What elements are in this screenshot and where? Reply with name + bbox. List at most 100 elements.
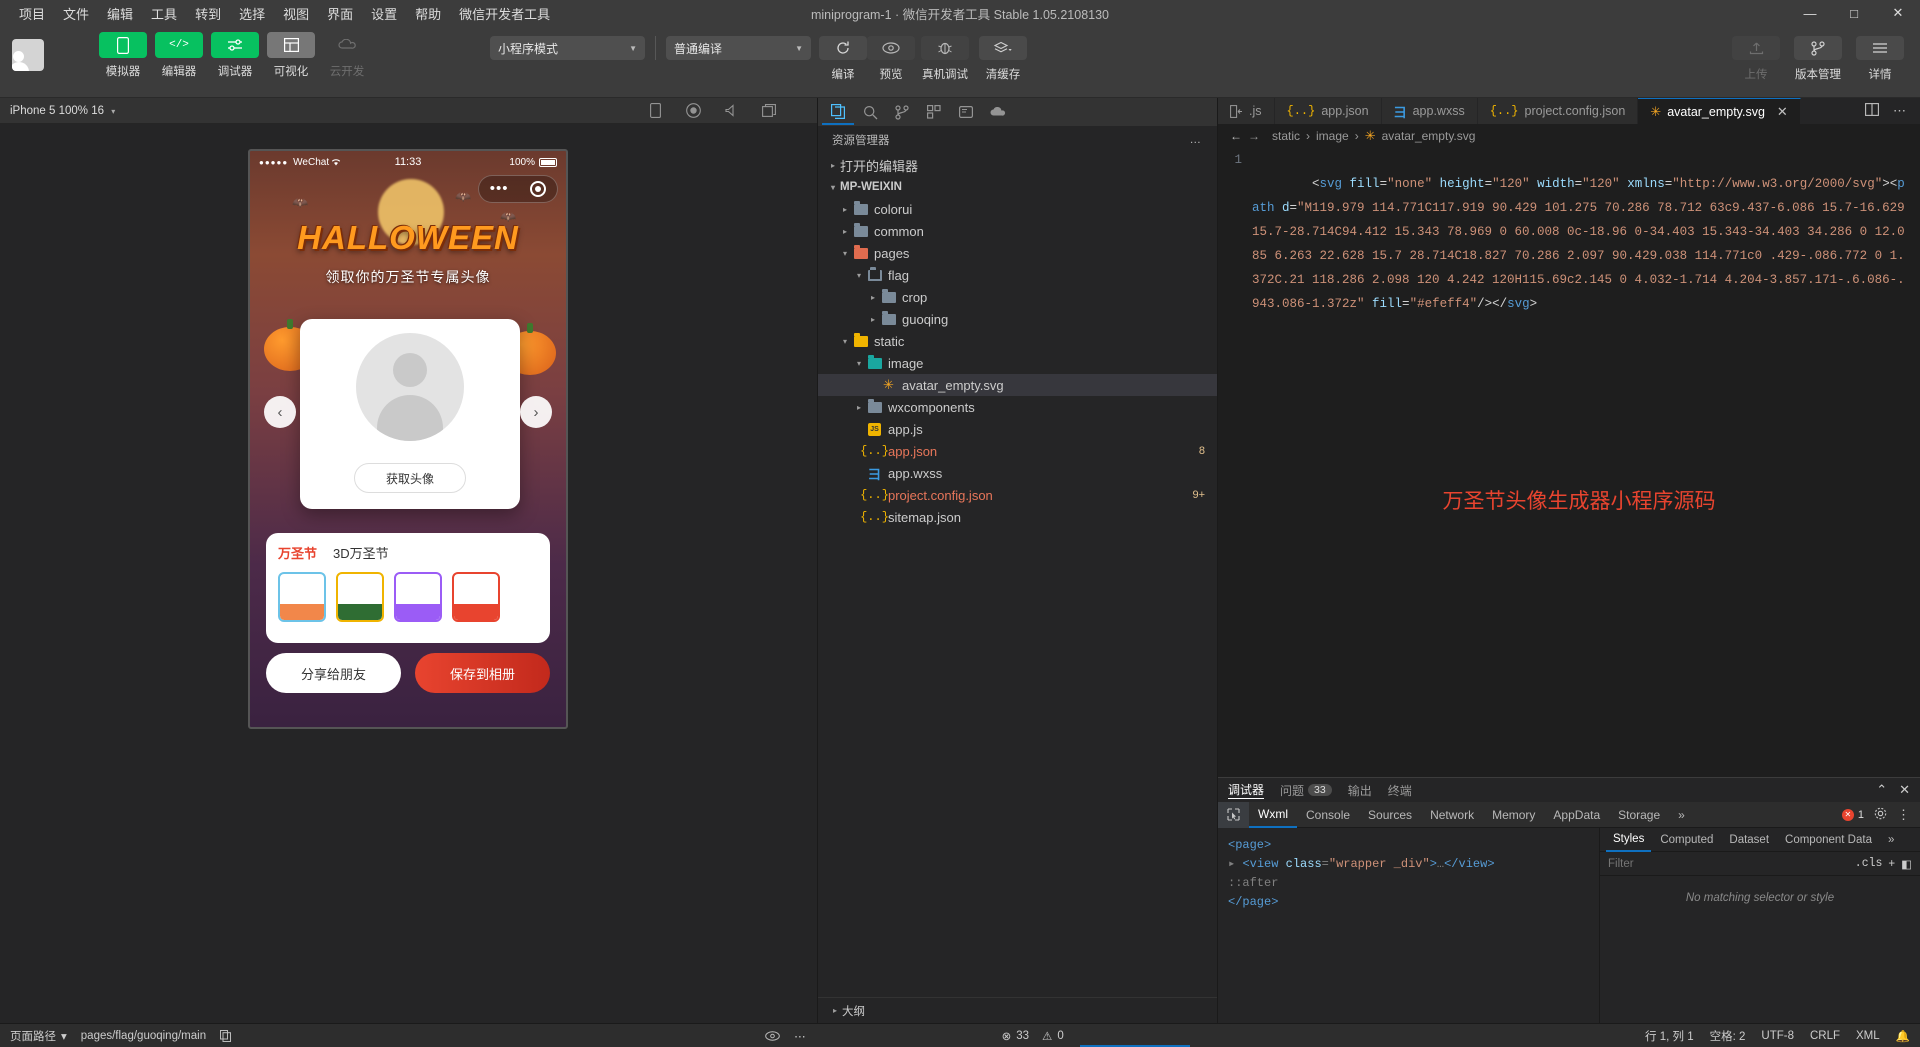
wxml-line[interactable]: </page> — [1228, 893, 1589, 912]
chevron-down-icon[interactable]: ▾ — [826, 183, 840, 192]
version-control-button[interactable]: 版本管理 — [1788, 36, 1848, 82]
menu-item-interface[interactable]: 界面 — [318, 1, 362, 26]
code-editor[interactable]: 1 <svg fill="none" height="120" width="1… — [1218, 148, 1920, 777]
tree-item-app-wxss[interactable]: 彐 app.wxss — [818, 462, 1217, 484]
close-button[interactable]: ✕ — [1876, 0, 1920, 26]
menu-item-edit[interactable]: 编辑 — [98, 1, 142, 26]
chevron-down-icon[interactable]: ▾ — [838, 337, 852, 346]
chevron-right-icon[interactable]: ▸ — [866, 293, 880, 302]
breadcrumb-item-static[interactable]: static — [1272, 129, 1300, 143]
devtools-tab-console[interactable]: Console — [1297, 802, 1359, 828]
split-editor-icon[interactable] — [1865, 103, 1879, 119]
volume-icon[interactable] — [723, 103, 739, 119]
mini-program-capsule[interactable]: ••• — [478, 175, 558, 203]
editor-tab-project-config-json[interactable]: {..} project.config.json — [1478, 98, 1639, 124]
compile-select[interactable]: 普通编译 ▼ — [666, 36, 811, 60]
tree-item-static[interactable]: ▾ static — [818, 330, 1217, 352]
wxml-tree[interactable]: <page> ▸ <view class="wrapper _div">…</v… — [1218, 828, 1600, 1023]
tree-item-colorui[interactable]: ▸ colorui — [818, 198, 1217, 220]
copy-icon[interactable] — [220, 1030, 231, 1042]
toggle-editor-button[interactable]: </> 编辑器 — [155, 32, 203, 79]
cloud-dev-button[interactable]: 云开发 — [323, 32, 371, 79]
record-icon[interactable] — [685, 103, 701, 119]
styles-filter-input[interactable] — [1608, 858, 1728, 870]
tree-item-wxcomponents[interactable]: ▸ wxcomponents — [818, 396, 1217, 418]
styles-tab-styles[interactable]: Styles — [1606, 828, 1651, 852]
more-actions-icon[interactable]: … — [1190, 134, 1204, 146]
panel-tab-terminal[interactable]: 终端 — [1388, 782, 1412, 799]
menu-item-tools[interactable]: 工具 — [142, 1, 186, 26]
devtools-tab-wxml[interactable]: Wxml — [1249, 802, 1297, 828]
menu-item-devtools[interactable]: 微信开发者工具 — [450, 1, 559, 26]
error-indicator[interactable]: ✕ 1 — [1842, 809, 1864, 821]
editor-nav-back[interactable]: ← — [1230, 129, 1242, 143]
chevron-right-icon[interactable]: ▸ — [866, 315, 880, 324]
chevron-up-icon[interactable]: ⌃ — [1876, 782, 1887, 798]
share-button[interactable]: 分享给朋友 — [266, 653, 401, 693]
devtools-tab-sources[interactable]: Sources — [1359, 802, 1421, 828]
template-thumb[interactable] — [452, 572, 500, 622]
tab-halloween-3d[interactable]: 3D万圣节 — [333, 543, 389, 562]
tree-item-open-editors[interactable]: ▸ 打开的编辑器 — [818, 154, 1217, 176]
template-thumb[interactable] — [336, 572, 384, 622]
styles-tab-component-data[interactable]: Component Data — [1778, 828, 1879, 852]
toggle-debugger-button[interactable]: 调试器 — [211, 32, 259, 79]
chevron-right-icon[interactable]: ▸ — [826, 161, 840, 170]
tree-item-pages[interactable]: ▾ pages — [818, 242, 1217, 264]
chevron-down-icon[interactable]: ▾ — [838, 249, 852, 258]
breadcrumb-item-image[interactable]: image — [1316, 129, 1349, 143]
close-icon[interactable]: ✕ — [1899, 782, 1910, 798]
minimize-button[interactable]: — — [1788, 0, 1832, 26]
editor-tab-avatar-empty-svg[interactable]: ✳ avatar_empty.svg ✕ — [1638, 98, 1801, 124]
template-thumb[interactable] — [278, 572, 326, 622]
more-vertical-icon[interactable]: ⋮ — [1897, 807, 1910, 823]
tree-item-sitemap-json[interactable]: {..} sitemap.json — [818, 506, 1217, 528]
code-content[interactable]: <svg fill="none" height="120" width="120… — [1252, 148, 1920, 777]
chevron-down-icon[interactable]: ▾ — [852, 359, 866, 368]
menu-item-file[interactable]: 文件 — [54, 1, 98, 26]
phone-rotate-icon[interactable] — [647, 103, 663, 119]
editor-nav-forward[interactable]: → — [1248, 129, 1260, 143]
extensions-icon[interactable] — [918, 99, 950, 125]
tree-item-flag[interactable]: ▾ flag — [818, 264, 1217, 286]
cloud-icon[interactable] — [982, 99, 1014, 125]
wxml-line[interactable]: <page> — [1228, 836, 1589, 855]
editor-tab-app-json[interactable]: {..} app.json — [1275, 98, 1382, 124]
cls-toggle[interactable]: .cls — [1855, 857, 1883, 870]
breadcrumb-item-file[interactable]: avatar_empty.svg — [1382, 129, 1476, 143]
tab-halloween[interactable]: 万圣节 — [278, 543, 317, 562]
tree-item-crop[interactable]: ▸ crop — [818, 286, 1217, 308]
tree-item-root[interactable]: ▾ MP-WEIXIN — [818, 176, 1217, 198]
chevron-right-icon[interactable]: ▸ — [838, 205, 852, 214]
tree-item-project-config-json[interactable]: {..} project.config.json 9+ — [818, 484, 1217, 506]
upload-button[interactable]: 上传 — [1730, 36, 1782, 82]
clear-cache-button[interactable]: 清缓存 — [975, 36, 1031, 82]
device-select[interactable]: iPhone 5 100% 16 ▾ — [10, 105, 115, 117]
menu-item-project[interactable]: 项目 — [10, 1, 54, 26]
next-template-button[interactable]: › — [520, 396, 552, 428]
editor-tab-app-wxss[interactable]: 彐 app.wxss — [1382, 98, 1478, 124]
status-more-icon[interactable]: ⋯ — [794, 1029, 808, 1043]
close-icon[interactable]: ✕ — [1777, 104, 1788, 120]
chevron-right-icon[interactable]: ▸ — [852, 403, 866, 412]
language-mode[interactable]: XML — [1856, 1030, 1880, 1042]
line-ending-setting[interactable]: CRLF — [1810, 1030, 1840, 1042]
page-path-selector[interactable]: 页面路径 ▾ — [10, 1028, 67, 1044]
window-icon[interactable] — [761, 103, 777, 119]
bell-icon[interactable]: 🔔 — [1896, 1029, 1910, 1043]
page-path-value[interactable]: pages/flag/guoqing/main — [81, 1030, 206, 1042]
template-thumb[interactable] — [394, 572, 442, 622]
styles-tab-dataset[interactable]: Dataset — [1722, 828, 1776, 852]
user-avatar[interactable] — [12, 39, 44, 71]
wxml-line[interactable]: ▸ <view class="wrapper _div">…</view> — [1228, 855, 1589, 874]
more-actions-icon[interactable]: ⋯ — [1893, 103, 1908, 119]
devtools-tab-storage[interactable]: Storage — [1609, 802, 1669, 828]
error-count-indicator[interactable]: ⊗ 33 ⚠ 0 — [1002, 1029, 1064, 1043]
tree-item-image[interactable]: ▾ image — [818, 352, 1217, 374]
devtools-tab-more[interactable]: » — [1669, 802, 1694, 828]
toggle-panel-icon[interactable]: ◧ — [1901, 857, 1912, 871]
menu-item-goto[interactable]: 转到 — [186, 1, 230, 26]
files-icon[interactable] — [822, 99, 854, 125]
toggle-simulator-button[interactable]: 模拟器 — [99, 32, 147, 79]
debug-icon[interactable] — [950, 99, 982, 125]
